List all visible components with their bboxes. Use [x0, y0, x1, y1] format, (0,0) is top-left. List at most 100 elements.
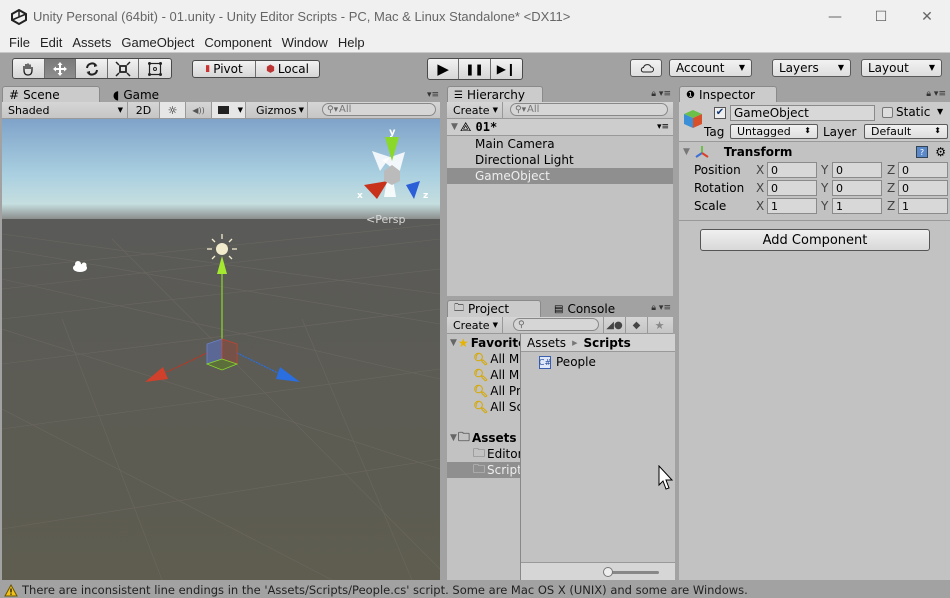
expand-triangle-icon[interactable]: ▼ — [451, 122, 458, 132]
hierarchy-item-selected[interactable]: GameObject — [447, 168, 673, 184]
favorite-item[interactable]: 🔍︎All Scripts — [447, 399, 520, 415]
position-z-input[interactable]: 0 — [898, 162, 948, 178]
step-button[interactable]: ▶❙ — [491, 59, 522, 79]
search-by-type-button[interactable]: ◢● — [603, 317, 625, 333]
rotate-tool-button[interactable] — [76, 59, 108, 78]
expand-triangle-icon[interactable]: ▼ — [683, 147, 690, 157]
menu-file[interactable]: File — [9, 35, 30, 50]
scale-z-input[interactable]: 1 — [898, 198, 948, 214]
menu-window[interactable]: Window — [282, 35, 328, 50]
account-dropdown[interactable]: Account ▼ — [669, 59, 752, 77]
breadcrumb-scripts[interactable]: Scripts — [583, 336, 630, 350]
transform-header[interactable]: ▼ Transform ? ⚙ — [679, 143, 950, 161]
help-icon[interactable]: ? — [916, 146, 928, 158]
object-name-input[interactable]: GameObject — [730, 105, 875, 121]
rect-tool-button[interactable] — [139, 59, 171, 78]
scene-menu-icon[interactable]: ▾≡ — [657, 122, 669, 132]
search-filter-icon: 🔍︎ — [473, 368, 489, 382]
expand-triangle-icon[interactable]: ▼ — [450, 433, 457, 443]
layer-dropdown[interactable]: Default ⬍ — [864, 124, 948, 139]
search-by-label-button[interactable]: ◆ — [625, 317, 647, 333]
layout-dropdown[interactable]: Layout ▼ — [861, 59, 942, 77]
menu-gameobject[interactable]: GameObject — [121, 35, 194, 50]
hierarchy-create-button[interactable]: Create ▼ — [447, 102, 503, 118]
local-button[interactable]: ⬢ Local — [256, 61, 319, 77]
shading-mode-dropdown[interactable]: Shaded ▼ — [2, 102, 128, 118]
add-component-button[interactable]: Add Component — [700, 229, 930, 251]
tag-dropdown[interactable]: Untagged ⬍ — [730, 124, 818, 139]
static-dropdown-icon[interactable]: ▼ — [937, 107, 943, 116]
hierarchy-item[interactable]: Directional Light — [447, 152, 673, 168]
layers-dropdown[interactable]: Layers ▼ — [772, 59, 851, 77]
pause-button[interactable]: ❚❚ — [459, 59, 491, 79]
play-button[interactable]: ▶ — [428, 59, 460, 79]
icon-size-slider-track[interactable] — [607, 571, 659, 574]
panel-menu-icon[interactable]: ▾≡ — [427, 90, 439, 100]
menu-edit[interactable]: Edit — [40, 35, 62, 50]
warning-icon — [4, 583, 18, 596]
lock-icon[interactable]: 🔒︎ ▾≡ — [926, 89, 946, 99]
scale-y-input[interactable]: 1 — [832, 198, 882, 214]
window-title: Unity Personal (64bit) - 01.unity - Unit… — [33, 9, 571, 24]
close-button[interactable]: ✕ — [904, 0, 950, 33]
favorite-item[interactable]: 🔍︎All Models — [447, 367, 520, 383]
rotation-x-input[interactable]: 0 — [767, 180, 817, 196]
audio-toggle[interactable]: ◀)) — [186, 102, 212, 118]
tab-scene[interactable]: # Scene — [2, 86, 100, 103]
menu-assets[interactable]: Assets — [72, 35, 111, 50]
maximize-button[interactable]: ☐ — [858, 0, 904, 33]
gizmos-dropdown[interactable]: Gizmos ▼ — [250, 102, 308, 118]
project-search-input[interactable]: ⚲ — [513, 318, 599, 331]
tab-game[interactable]: ◖ Game — [106, 86, 196, 103]
position-x-input[interactable]: 0 — [767, 162, 817, 178]
breadcrumb-assets[interactable]: Assets — [527, 336, 566, 350]
menu-component[interactable]: Component — [204, 35, 271, 50]
lock-icon[interactable]: 🔒︎ ▾≡ — [651, 89, 671, 99]
position-y-input[interactable]: 0 — [832, 162, 882, 178]
tab-project[interactable]: 🗀︎ Project — [447, 300, 541, 317]
projection-label[interactable]: <Persp — [366, 213, 405, 226]
status-bar[interactable]: There are inconsistent line endings in t… — [0, 582, 950, 598]
menu-help[interactable]: Help — [338, 35, 365, 50]
favorites-header[interactable]: ▼★Favorites — [447, 335, 520, 351]
pivot-icon: ▮ — [205, 64, 211, 74]
tab-hierarchy[interactable]: ☰ Hierarchy — [447, 86, 543, 103]
favorite-item[interactable]: 🔍︎All Prefabs — [447, 383, 520, 399]
active-checkbox[interactable]: ✔ — [714, 107, 726, 119]
scale-x-input[interactable]: 1 — [767, 198, 817, 214]
favorite-item[interactable]: 🔍︎All Materials — [447, 351, 520, 367]
pivot-button[interactable]: ▮ Pivot — [193, 61, 257, 77]
hierarchy-toolbar: Create ▼ ⚲▾ All — [447, 102, 673, 119]
effects-toggle[interactable]: ▼ — [212, 102, 246, 118]
project-create-button[interactable]: Create ▼ — [447, 317, 503, 333]
hand-tool-button[interactable] — [13, 59, 45, 78]
tab-inspector[interactable]: ❶ Inspector — [679, 86, 777, 103]
scene-viewport[interactable]: y x z <Persp — [2, 119, 440, 580]
scene-view[interactable]: y x z <Persp — [2, 119, 440, 580]
lock-icon[interactable]: 🔒︎ ▾≡ — [651, 303, 671, 313]
rotation-z-input[interactable]: 0 — [898, 180, 948, 196]
gear-icon[interactable]: ⚙ — [935, 145, 946, 159]
scale-tool-button[interactable] — [108, 59, 140, 78]
folder-item-selected[interactable]: 🗀︎Scripts — [447, 462, 520, 478]
move-tool-button[interactable] — [44, 59, 77, 78]
icon-size-slider-thumb[interactable] — [603, 567, 613, 577]
2d-toggle[interactable]: 2D — [128, 102, 160, 118]
expand-triangle-icon[interactable]: ▼ — [450, 338, 457, 348]
asset-item[interactable]: C# People — [521, 354, 675, 370]
hierarchy-tabbar: ☰ Hierarchy 🔒︎ ▾≡ — [445, 86, 675, 103]
static-checkbox[interactable] — [882, 107, 893, 118]
lighting-toggle[interactable]: ☼ — [160, 102, 186, 118]
axis-label-x: x — [357, 191, 363, 201]
transform-fields: Position X 0 Y 0 Z 0 Rotation X 0 Y 0 Z … — [679, 161, 950, 217]
scene-header[interactable]: ▼ ⟁ 01* ▾≡ — [447, 119, 673, 136]
minimize-button[interactable]: — — [812, 0, 858, 33]
hierarchy-search-input[interactable]: ⚲▾ All — [510, 103, 668, 116]
rotation-y-input[interactable]: 0 — [832, 180, 882, 196]
save-search-button[interactable]: ★ — [647, 317, 671, 333]
tab-console[interactable]: ▤ Console — [547, 300, 637, 317]
csharp-script-icon: C# — [538, 355, 552, 369]
scene-search-input[interactable]: ⚲▾ All — [322, 103, 436, 116]
hierarchy-item[interactable]: Main Camera — [447, 136, 673, 152]
collab-cloud-button[interactable] — [630, 59, 662, 77]
